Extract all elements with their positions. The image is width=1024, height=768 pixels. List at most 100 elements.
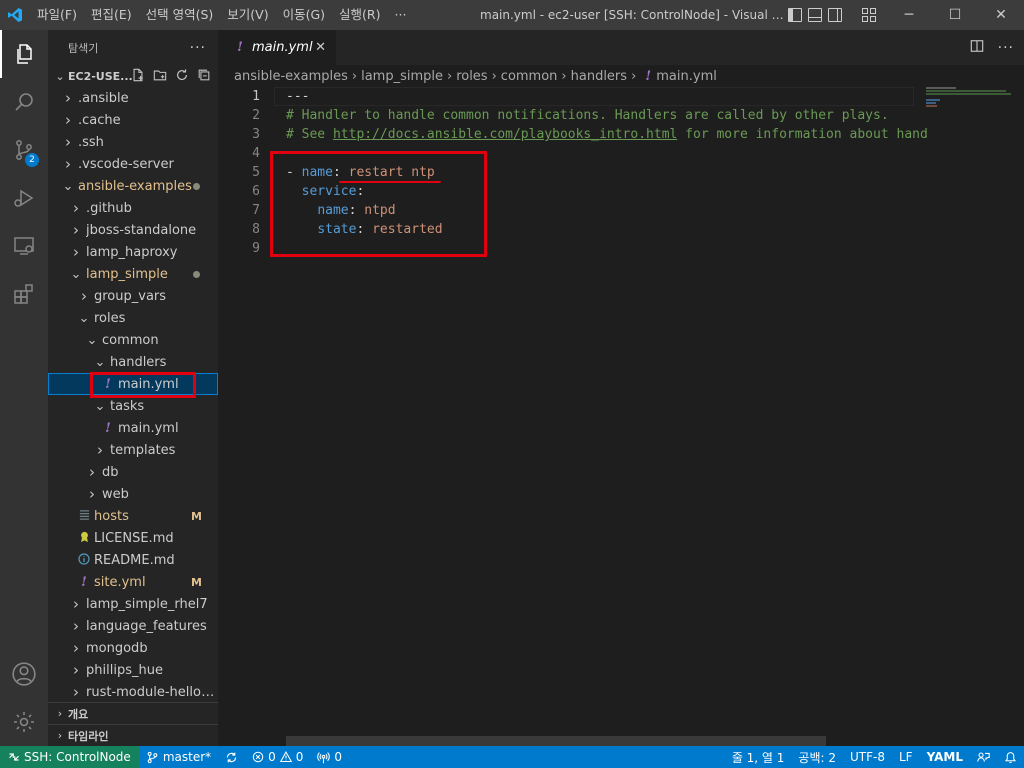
new-folder-icon[interactable] (152, 67, 168, 83)
tab-main-yml[interactable]: ! main.yml ✕ (218, 30, 336, 65)
folder-actions (130, 67, 212, 83)
tree-folder[interactable]: ⌄ lamp_simple (48, 263, 218, 285)
chevron-right-icon: › (65, 155, 71, 173)
tree-folder[interactable]: › .ssh (48, 131, 218, 153)
remote-explorer-icon[interactable] (0, 222, 48, 270)
tree-item-label: language_features (86, 618, 207, 634)
toggle-primary-sidebar-button[interactable] (788, 8, 802, 22)
warning-icon (279, 751, 292, 763)
outline-label: 개요 (68, 707, 89, 721)
tree-folder[interactable]: › .github (48, 197, 218, 219)
chevron-right-icon: › (73, 683, 79, 701)
menu-item[interactable]: 이동(G) (276, 0, 332, 30)
timeline-section-header[interactable]: › 타임라인 (48, 724, 218, 746)
indentation[interactable]: 공백: 2 (791, 746, 843, 768)
toggle-secondary-sidebar-button[interactable] (828, 8, 842, 22)
tree-file[interactable]: hosts M (48, 505, 218, 527)
breadcrumb-item[interactable]: lamp_simple (361, 69, 443, 84)
tree-folder[interactable]: ⌄ tasks (48, 395, 218, 417)
breadcrumb-item[interactable]: roles (456, 69, 487, 84)
search-icon[interactable] (0, 78, 48, 126)
tree-file[interactable]: LICENSE.md (48, 527, 218, 549)
notifications-bell-icon[interactable] (997, 746, 1024, 768)
extensions-icon[interactable] (0, 270, 48, 318)
menu-item[interactable]: 파일(F) (30, 0, 84, 30)
menu-item[interactable]: 편집(E) (84, 0, 139, 30)
tree-folder[interactable]: ⌄ handlers (48, 351, 218, 373)
ports-indicator[interactable]: 0 (310, 746, 349, 768)
menu-item[interactable]: ··· (388, 0, 414, 30)
tree-folder[interactable]: › .cache (48, 109, 218, 131)
toggle-panel-button[interactable] (808, 8, 822, 22)
minimap[interactable] (926, 87, 1016, 117)
tree-item-label: roles (94, 310, 126, 326)
tree-folder[interactable]: › jboss-standalone (48, 219, 218, 241)
tree-folder[interactable]: › .ansible (48, 87, 218, 109)
feedback-icon[interactable] (970, 746, 997, 768)
tree-folder[interactable]: › group_vars (48, 285, 218, 307)
encoding[interactable]: UTF-8 (843, 746, 892, 768)
tree-folder[interactable]: › phillips_hue (48, 659, 218, 681)
horizontal-scrollbar[interactable] (286, 736, 826, 746)
problems-indicator[interactable]: 0 0 (245, 746, 310, 768)
breadcrumb-item[interactable]: handlers (571, 69, 627, 84)
sync-button[interactable] (218, 746, 245, 768)
tree-folder[interactable]: › lamp_simple_rhel7 (48, 593, 218, 615)
language-mode[interactable]: YAML (920, 746, 970, 768)
chevron-down-icon: ⌄ (86, 332, 98, 348)
workspace-folder-header[interactable]: ⌄ EC2-USE... (48, 65, 218, 87)
tree-folder[interactable]: ⌄ common (48, 329, 218, 351)
editor-area: ! main.yml ✕ ··· ansible-examples › lamp_s… (218, 30, 1024, 746)
tree-file[interactable]: README.md (48, 549, 218, 571)
annotation-box-code (270, 151, 487, 257)
source-control-icon[interactable]: 2 (0, 126, 48, 174)
menu-item[interactable]: 선택 영역(S) (139, 0, 221, 30)
close-tab-icon[interactable]: ✕ (315, 40, 326, 55)
tree-file[interactable]: ! site.yml M (48, 571, 218, 593)
tree-file[interactable]: ! main.yml (48, 417, 218, 439)
run-debug-icon[interactable] (0, 174, 48, 222)
tree-folder[interactable]: › language_features (48, 615, 218, 637)
maximize-button[interactable]: ☐ (932, 0, 978, 30)
error-icon (252, 751, 264, 763)
more-actions-icon[interactable]: ··· (998, 40, 1014, 56)
refresh-icon[interactable] (174, 67, 190, 83)
collapse-all-icon[interactable] (196, 67, 212, 83)
menu-item[interactable]: 실행(R) (332, 0, 387, 30)
views-more-actions-icon[interactable]: ··· (190, 40, 206, 56)
menu-item[interactable]: 보기(V) (220, 0, 275, 30)
branch-indicator[interactable]: master* (139, 746, 218, 768)
breadcrumb-item[interactable]: common (501, 69, 558, 84)
tree-folder[interactable]: › mongodb (48, 637, 218, 659)
new-file-icon[interactable] (130, 67, 146, 83)
tree-folder[interactable]: › .vscode-server (48, 153, 218, 175)
tree-folder[interactable]: › web (48, 483, 218, 505)
tree-folder[interactable]: ⌄ roles (48, 307, 218, 329)
minimize-button[interactable]: ─ (886, 0, 932, 30)
tree-folder[interactable]: › db (48, 461, 218, 483)
account-icon[interactable] (0, 650, 48, 698)
explorer-icon[interactable] (0, 30, 48, 78)
tree-folder[interactable]: ⌄ ansible-examples (48, 175, 218, 197)
settings-gear-icon[interactable] (0, 698, 48, 746)
title-bar: 파일(F) 편집(E) 선택 영역(S) 보기(V) 이동(G) 실행(R) ··· mai… (0, 0, 1024, 30)
tree-folder[interactable]: › rust-module-hello-... (48, 681, 218, 703)
end-of-line[interactable]: LF (892, 746, 920, 768)
outline-section-header[interactable]: › 개요 (48, 702, 218, 724)
breadcrumb-item[interactable]: main.yml (656, 69, 717, 84)
remote-indicator[interactable]: SSH: ControlNode (0, 746, 139, 768)
cursor-position[interactable]: 줄 1, 열 1 (725, 746, 792, 768)
line-number: 4 (252, 146, 260, 161)
tree-folder[interactable]: › lamp_haproxy (48, 241, 218, 263)
breadcrumb-item[interactable]: ansible-examples (234, 69, 348, 84)
tree-item-label: mongodb (86, 640, 148, 656)
broadcast-icon (317, 751, 331, 763)
chevron-right-icon: › (491, 68, 497, 84)
close-button[interactable]: ✕ (978, 0, 1024, 30)
tree-folder[interactable]: › templates (48, 439, 218, 461)
yaml-file-icon: ! (237, 40, 243, 55)
yaml-file-icon: ! (81, 574, 87, 590)
split-editor-icon[interactable] (970, 39, 984, 57)
customize-layout-icon[interactable] (862, 8, 876, 22)
line-number: 1 (252, 89, 260, 104)
